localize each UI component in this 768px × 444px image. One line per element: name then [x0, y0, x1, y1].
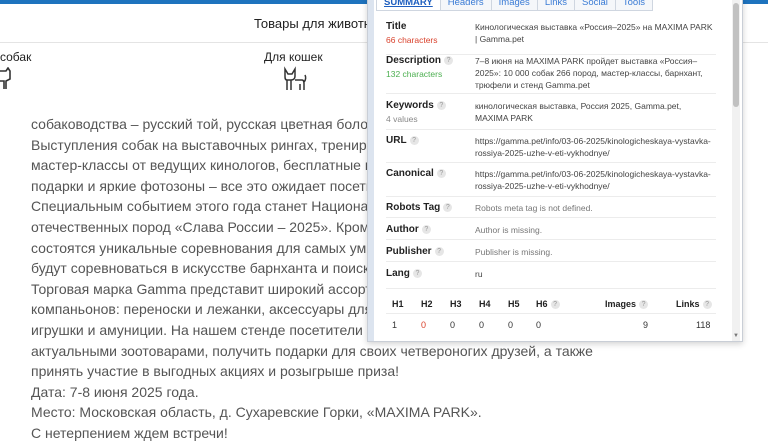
stat-header-links[interactable]: Links	[676, 299, 700, 309]
divider	[386, 313, 716, 314]
stat-header-h6[interactable]: H6	[536, 299, 548, 309]
divider	[386, 196, 716, 197]
author-label: Author	[386, 224, 419, 235]
publisher-value: Publisher is missing.	[475, 247, 553, 257]
lang-label: Lang	[386, 268, 410, 279]
help-icon[interactable]: ?	[412, 268, 422, 278]
stat-header-images[interactable]: Images	[605, 299, 636, 309]
help-icon[interactable]: ?	[434, 246, 444, 256]
stat-value-h2: 0	[421, 320, 427, 330]
canonical-value[interactable]: https://gamma.pet/info/03-06-2025/kinolo…	[475, 168, 715, 192]
help-icon[interactable]: ?	[436, 100, 446, 110]
publisher-label: Publisher	[386, 246, 432, 257]
scroll-down-arrow-icon[interactable]: ▼	[732, 333, 740, 339]
stat-header-h1[interactable]: H1	[392, 299, 404, 309]
keywords-value[interactable]: кинологическая выставка, Россия 2025, Ga…	[475, 100, 715, 124]
help-icon[interactable]: ?	[421, 224, 431, 234]
article-line: принять участие в выгодных акциях и розы…	[31, 363, 400, 380]
article-line: Дата: 7-8 июня 2025 года.	[31, 383, 199, 400]
stat-header-h5[interactable]: H5	[508, 299, 520, 309]
tab-headers[interactable]: Headers	[439, 0, 492, 11]
stat-value-h1: 1	[392, 320, 398, 330]
panel-tabs: SUMMARY Headers Images Links Social Tool…	[376, 0, 654, 11]
article-line: актуальными зоотоварами, получить подарк…	[31, 342, 593, 359]
author-value: Author is missing.	[475, 225, 543, 235]
url-label: URL	[386, 135, 407, 146]
help-icon[interactable]: ?	[639, 300, 649, 310]
description-label: Description	[386, 55, 442, 66]
category-cats-label[interactable]: Для кошек	[264, 50, 323, 64]
help-icon[interactable]: ?	[409, 135, 419, 145]
divider	[386, 288, 716, 289]
title-value[interactable]: Кинологическая выставка «Россия–2025» на…	[475, 21, 715, 45]
panel-frame	[368, 0, 374, 341]
panel-scrollbar[interactable]: ▼	[732, 0, 740, 341]
tab-summary[interactable]: SUMMARY	[376, 0, 441, 11]
divider	[386, 217, 716, 218]
title-label: Title	[386, 21, 407, 32]
divider	[386, 129, 716, 130]
stat-value-images: 9	[643, 320, 649, 330]
category-dogs-label[interactable]: собак	[0, 50, 31, 64]
stat-value-h5: 0	[508, 320, 514, 330]
tab-images[interactable]: Images	[490, 0, 538, 11]
description-char-count: 132 characters	[386, 69, 443, 79]
lang-value: ru	[475, 269, 483, 279]
cat-icon[interactable]	[282, 66, 308, 92]
url-value[interactable]: https://gamma.pet/info/03-06-2025/kinolo…	[475, 135, 715, 159]
stat-value-h4: 0	[479, 320, 485, 330]
help-icon[interactable]: ?	[550, 300, 560, 310]
tab-links[interactable]: Links	[536, 0, 575, 11]
canonical-label: Canonical	[386, 168, 434, 179]
summary-content: Title 66 characters Кинологическая выста…	[380, 11, 720, 341]
stat-value-h6: 0	[536, 320, 542, 330]
divider	[386, 93, 716, 94]
stat-header-h2[interactable]: H2	[421, 299, 433, 309]
tab-social[interactable]: Social	[574, 0, 616, 11]
keywords-count: 4 values	[386, 114, 418, 124]
description-value[interactable]: 7–8 июня на MAXIMA PARK пройдет выставка…	[475, 55, 715, 91]
article-line: Место: Московская область, д. Сухаревски…	[31, 404, 482, 421]
help-icon[interactable]: ?	[702, 300, 712, 310]
stat-header-h4[interactable]: H4	[479, 299, 491, 309]
stat-header-h3[interactable]: H3	[450, 299, 462, 309]
keywords-label: Keywords	[386, 100, 434, 111]
tab-tools[interactable]: Tools	[614, 0, 654, 11]
robots-value: Robots meta tag is not defined.	[475, 203, 593, 213]
title-char-count: 66 characters	[386, 35, 438, 45]
divider	[386, 261, 716, 262]
dog-icon[interactable]	[0, 67, 14, 91]
scrollbar-thumb[interactable]	[733, 3, 739, 107]
help-icon[interactable]: ?	[443, 202, 453, 212]
stat-value-h3: 0	[450, 320, 456, 330]
stat-value-links: 118	[696, 320, 711, 330]
divider	[386, 239, 716, 240]
article-line: С нетерпением ждем встречи!	[31, 424, 228, 441]
help-icon[interactable]: ?	[444, 55, 454, 65]
help-icon[interactable]: ?	[436, 168, 446, 178]
divider	[386, 162, 716, 163]
seo-panel: SUMMARY Headers Images Links Social Tool…	[367, 0, 743, 342]
robots-label: Robots Tag	[386, 202, 441, 213]
